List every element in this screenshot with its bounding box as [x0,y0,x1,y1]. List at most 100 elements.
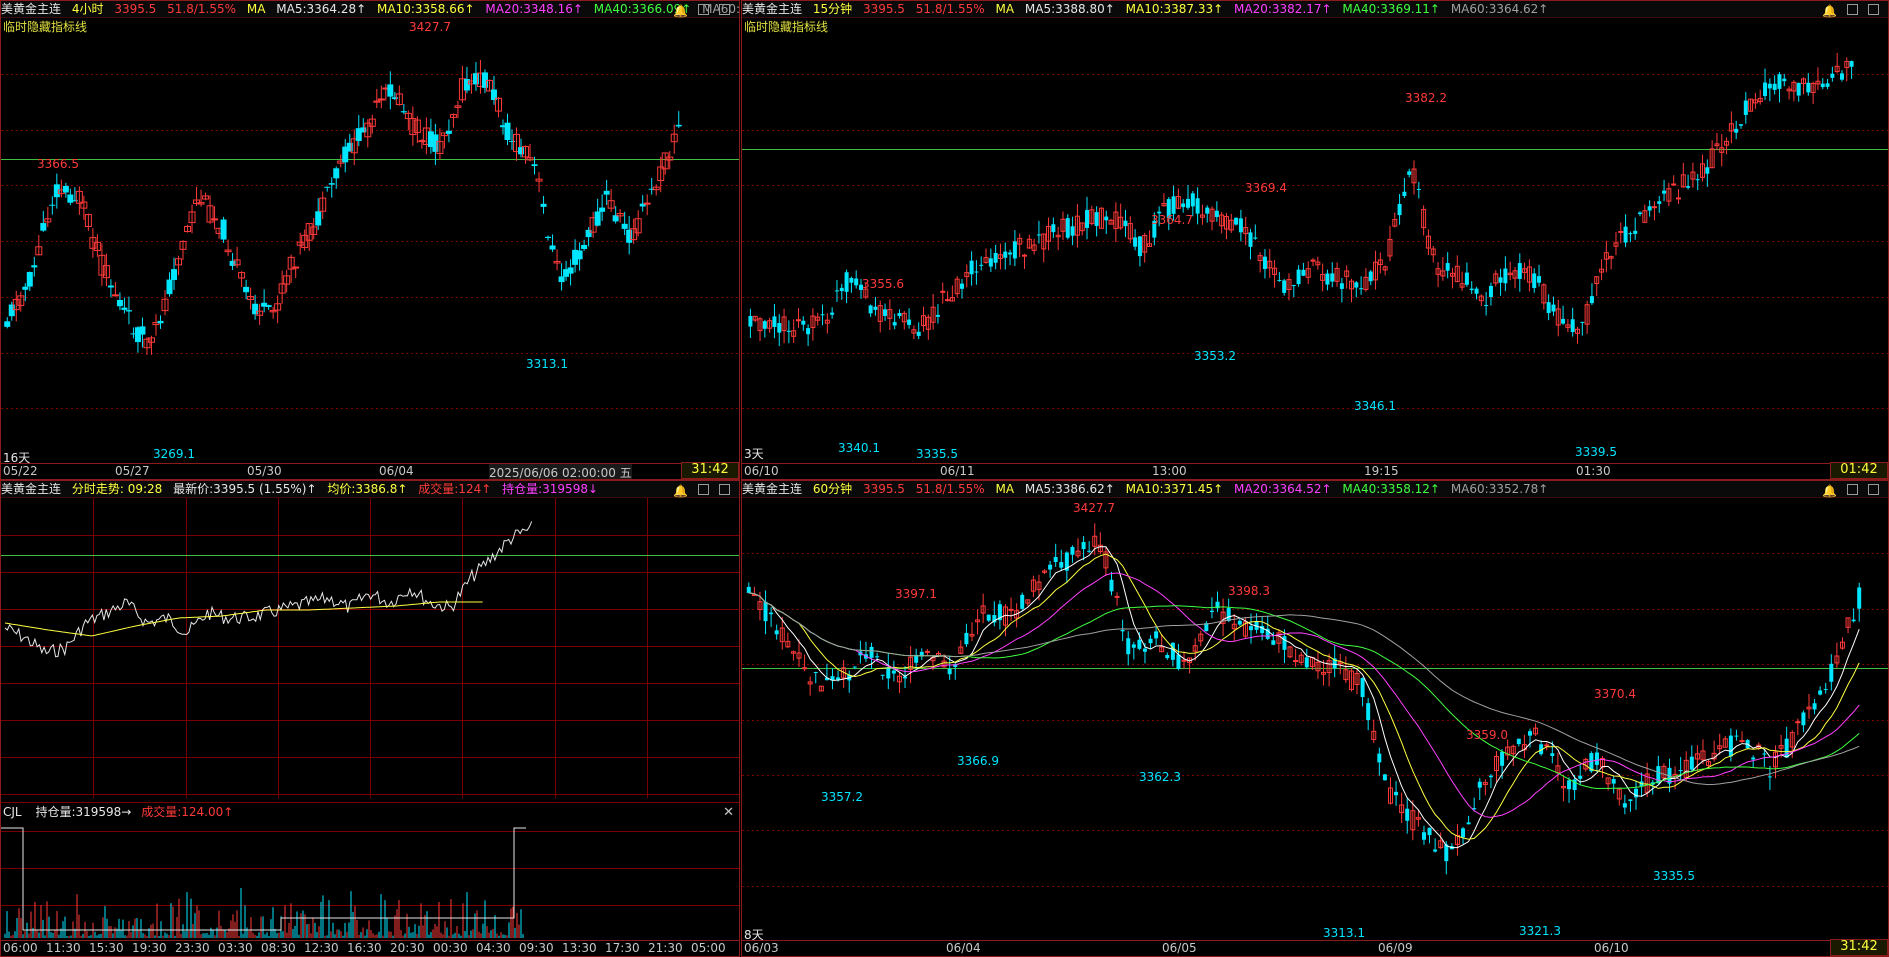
candle-body [1377,753,1382,763]
price-label-low: 3313.1 [526,357,568,371]
candlestick-chart[interactable] [1,18,739,464]
candle-body [8,304,15,317]
candle-body [1503,268,1508,284]
candle-body [1407,171,1412,175]
bell-icon[interactable]: 🔔 [1822,4,1837,18]
candle-body [31,265,38,268]
price-label: 3382.2 [1405,91,1447,105]
candle-body [1059,562,1064,568]
price-label: 3346.1 [1354,399,1396,413]
maximize-icon[interactable] [719,484,730,495]
period-selector[interactable]: 60分钟 [813,482,852,496]
candle-body [883,309,888,316]
candle-body [947,669,952,675]
candle-body [813,671,818,673]
candle-body [1094,212,1099,226]
candle-body [211,218,219,221]
intraday-line-chart[interactable] [1,498,739,942]
restore-icon[interactable] [698,4,709,15]
candle-body [1567,780,1572,790]
candle-body [1580,321,1585,323]
panel-header: 美黄金主连 60分钟 3395.5 51.8/1.55% MA MA5:3386… [742,481,1888,498]
symbol-name[interactable]: 美黄金主连 [1,2,61,16]
candle-body [1825,83,1830,87]
intraday-panel[interactable]: 美黄金主连 分时走势: 09:28 最新价:3395.5 (1.55%)↑ 均价… [0,480,740,957]
candle-body [1633,230,1638,234]
candle-body [315,211,322,226]
period-selector[interactable]: 4小时 [72,2,104,16]
candle-body [1777,74,1782,89]
candlestick-chart[interactable] [742,498,1888,941]
candle-body [1330,273,1335,282]
ma-selector[interactable]: MA [996,2,1015,16]
ma-selector[interactable]: MA [996,482,1015,496]
maximize-icon[interactable] [719,4,730,15]
candle-body [1012,241,1017,259]
axis-label: 06/09 [1378,941,1413,955]
chart-panel-4h[interactable]: 美黄金主连 4小时 3395.5 51.8/1.55% MA MA5:3364.… [0,0,740,480]
candle-body [993,252,998,263]
price-label: 3335.5 [1653,869,1695,883]
latest-price: 最新价:3395.5 (1.55%)↑ [173,482,317,496]
chart-panel-15m[interactable]: 美黄金主连 15分钟 3395.5 51.8/1.55% MA MA5:3388… [741,0,1889,480]
symbol-name[interactable]: 美黄金主连 [742,2,802,16]
price-label: 3339.5 [1575,445,1617,459]
panel-header: 美黄金主连 分时走势: 09:28 最新价:3395.5 (1.55%)↑ 均价… [1,481,739,498]
candle-body [432,134,439,152]
candle-body [1647,206,1652,211]
bell-icon[interactable]: 🔔 [673,4,688,18]
open-interest: 持仓量:319598↓ [502,482,599,496]
candle-body [1469,288,1474,291]
candle-body [1474,288,1479,294]
candle-body [1248,232,1253,247]
restore-icon[interactable] [698,484,709,495]
candle-body [774,630,779,635]
period-selector[interactable]: 15分钟 [813,2,852,16]
candle-body [1734,128,1739,133]
candle-body [1743,100,1748,115]
candle-body [1818,690,1823,695]
price-label: 3357.2 [821,790,863,804]
candle-body [1382,774,1387,781]
candle-body [1003,251,1008,258]
chart-panel-60m[interactable]: 美黄金主连 60分钟 3395.5 51.8/1.55% MA MA5:3386… [741,480,1889,957]
candle-body [171,269,177,281]
sub-open-interest: 持仓量:319598→ [35,805,132,819]
maximize-icon[interactable] [1868,484,1879,495]
candle-body [868,305,873,314]
candlestick-chart[interactable] [742,18,1888,464]
axis-label: 08:30 [261,941,296,955]
close-icon[interactable]: ✕ [723,805,734,820]
candle-body [504,122,511,141]
candle-body [1271,640,1276,645]
ma5-value: MA5:3364.28↑ [276,2,367,16]
candle-body [820,314,825,316]
restore-icon[interactable] [1847,484,1858,495]
candle-body [873,306,878,310]
price-label: 3397.1 [895,587,937,601]
ma-selector[interactable]: MA [247,2,266,16]
restore-icon[interactable] [1847,4,1858,15]
sub-indicator-selector[interactable]: CJL [3,805,22,819]
candle-body [940,290,946,293]
candle-body [1638,212,1643,215]
volume-value: 成交量:124↑ [418,482,492,496]
countdown-clock: 31:42 [1830,939,1888,956]
price-label: 3364.7 [1151,213,1193,227]
candle-body [1325,273,1330,285]
symbol-name[interactable]: 美黄金主连 [1,482,61,496]
candle-body [769,612,774,615]
candle-body [1262,256,1267,269]
price-label-high: 3427.7 [409,20,451,34]
candle-body [585,229,592,238]
window-buttons: 🔔 [673,3,737,19]
maximize-icon[interactable] [1868,4,1879,15]
candle-body [1081,541,1086,550]
axis-label: 06/05 [1162,941,1197,955]
symbol-name[interactable]: 美黄金主连 [742,482,802,496]
bell-icon[interactable]: 🔔 [673,484,688,498]
candle-body [1171,196,1176,214]
price-label-low: 3269.1 [153,447,195,461]
bell-icon[interactable]: 🔔 [1822,484,1837,498]
candle-body [1488,285,1493,298]
